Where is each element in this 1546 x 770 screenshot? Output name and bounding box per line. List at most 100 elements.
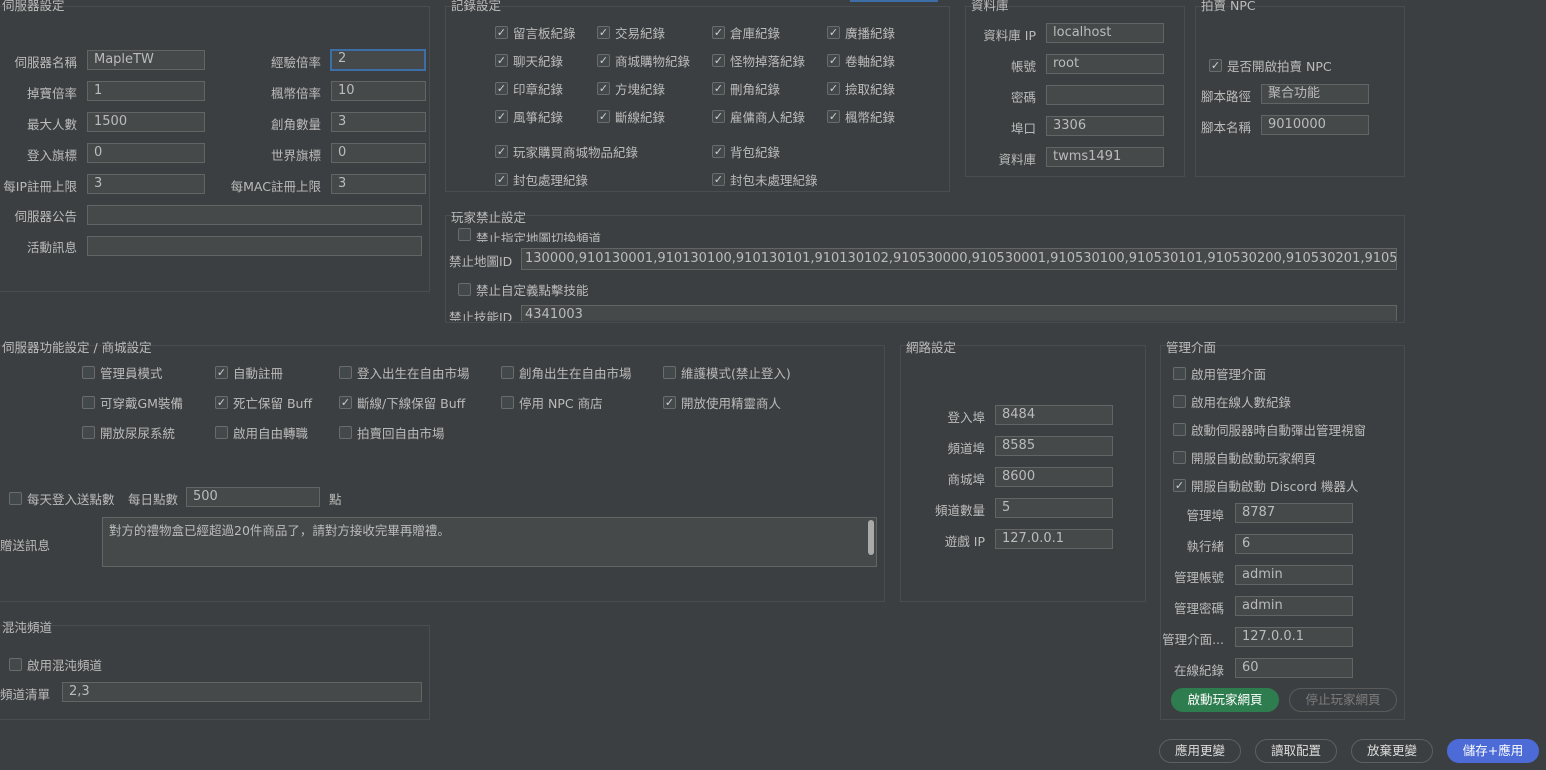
- checkbox-label: 聊天紀錄: [513, 54, 564, 69]
- log-inventory-checkbox[interactable]: ✓ 背包紀錄: [712, 142, 780, 161]
- channel-count-input[interactable]: 5: [995, 498, 1113, 518]
- apply-changes-button[interactable]: 應用更變: [1159, 739, 1241, 763]
- login-flag-input[interactable]: 0: [87, 143, 205, 163]
- admin-ip-input[interactable]: 127.0.0.1: [1235, 627, 1353, 647]
- auto-popup-admin-checkbox[interactable]: 啟動伺服器時自動彈出管理視窗: [1173, 420, 1366, 439]
- mac-register-limit-input[interactable]: 3: [331, 174, 426, 194]
- log-hired-merchant-checkbox[interactable]: ✓ 雇傭商人紀錄: [712, 107, 805, 126]
- server-name-input[interactable]: MapleTW: [87, 50, 205, 70]
- enable-admin-panel-checkbox[interactable]: 啟用管理介面: [1173, 364, 1266, 383]
- ban-skill-switch-checkbox[interactable]: 禁止自定義點擊技能: [458, 280, 589, 299]
- start-web-button[interactable]: 啟動玩家網頁: [1171, 688, 1279, 712]
- log-delete-char-checkbox[interactable]: ✓ 刪角紀錄: [712, 79, 780, 98]
- login-port-input[interactable]: 8484: [995, 405, 1113, 425]
- pee-system-checkbox[interactable]: 開放尿尿系統: [82, 423, 175, 442]
- max-users-input[interactable]: 1500: [87, 112, 205, 132]
- exp-rate-input[interactable]: 2: [330, 49, 426, 71]
- ban-map-switch-checkbox[interactable]: 禁止指定地圖切換頻道: [458, 228, 601, 242]
- admin-threads-input[interactable]: 6: [1235, 534, 1353, 554]
- points-unit-label: 點: [329, 492, 342, 507]
- enable-chaos-channel-checkbox[interactable]: 啟用混沌頻道: [9, 655, 102, 674]
- checkbox-label: 每天登入送點數: [27, 492, 115, 507]
- check-icon: ✓: [827, 82, 840, 95]
- log-broadcast-checkbox[interactable]: ✓ 廣播紀錄: [827, 23, 895, 42]
- network-title: 網路設定: [906, 340, 957, 355]
- char-count-input[interactable]: 3: [331, 112, 426, 132]
- daily-login-points-checkbox[interactable]: 每天登入送點數: [9, 489, 115, 508]
- world-flag-input[interactable]: 0: [331, 143, 426, 163]
- db-ip-input[interactable]: localhost: [1046, 23, 1164, 43]
- drop-rate-input[interactable]: 1: [87, 81, 205, 101]
- log-monster-drop-checkbox[interactable]: ✓ 怪物掉落紀錄: [712, 51, 805, 70]
- log-packet-handled-checkbox[interactable]: ✓ 封包處理紀錄: [495, 170, 588, 189]
- free-job-change-checkbox[interactable]: 啟用自由轉職: [215, 423, 308, 442]
- disconnect-keep-buff-checkbox[interactable]: ✓ 斷線/下線保留 Buff: [339, 393, 465, 412]
- log-chat-checkbox[interactable]: ✓ 聊天紀錄: [495, 51, 563, 70]
- log-player-cashshop-checkbox[interactable]: ✓ 玩家購買商城物品紀錄: [495, 142, 638, 161]
- gift-message-textarea[interactable]: 對方的禮物盒已經超過20件商品了，請對方接收完畢再贈禮。: [102, 517, 877, 567]
- gm-mode-checkbox[interactable]: 管理員模式: [82, 363, 163, 382]
- db-port-label: 埠口: [1010, 121, 1036, 136]
- online-count-log-checkbox[interactable]: 啟用在線人數紀錄: [1173, 392, 1291, 411]
- channel-list-input[interactable]: 2,3: [62, 682, 422, 702]
- script-name-input[interactable]: 9010000: [1261, 115, 1369, 135]
- server-notice-input[interactable]: [87, 205, 422, 225]
- checkbox-label: 啟動伺服器時自動彈出管理視窗: [1191, 423, 1367, 438]
- admin-port-input[interactable]: 8787: [1235, 503, 1353, 523]
- spirit-merchant-checkbox[interactable]: ✓ 開放使用精靈商人: [663, 393, 781, 412]
- db-user-input[interactable]: root: [1046, 54, 1164, 74]
- log-cube-checkbox[interactable]: ✓ 方塊紀錄: [597, 79, 665, 98]
- gift-message-scrollbar[interactable]: [868, 520, 874, 555]
- daily-points-input[interactable]: 500: [186, 487, 320, 507]
- auction-return-fm-checkbox[interactable]: 拍賣回自由市場: [339, 423, 445, 442]
- event-message-input[interactable]: [87, 236, 422, 256]
- create-spawn-fm-checkbox[interactable]: 創角出生在自由市場: [501, 363, 632, 382]
- ban-map-id-input[interactable]: 130000,910130001,910130100,910130101,910…: [521, 248, 1397, 270]
- log-packet-unhandled-checkbox[interactable]: ✓ 封包未處理紀錄: [712, 170, 818, 189]
- meso-rate-input[interactable]: 10: [331, 81, 426, 101]
- ip-register-limit-input[interactable]: 3: [87, 174, 205, 194]
- admin-password-input[interactable]: admin: [1235, 596, 1353, 616]
- read-config-button[interactable]: 讀取配置: [1255, 739, 1337, 763]
- db-port-input[interactable]: 3306: [1046, 116, 1164, 136]
- log-message-board-checkbox[interactable]: ✓ 留言板紀錄: [495, 23, 576, 42]
- db-name-input[interactable]: twms1491: [1046, 147, 1164, 167]
- log-storage-checkbox[interactable]: ✓ 倉庫紀錄: [712, 23, 780, 42]
- log-disconnect-checkbox[interactable]: ✓ 斷線紀錄: [597, 107, 665, 126]
- checkbox-label: 啟用自由轉職: [233, 426, 309, 441]
- auto-register-checkbox[interactable]: ✓ 自動註冊: [215, 363, 283, 382]
- save-apply-button[interactable]: 儲存+應用: [1447, 739, 1539, 763]
- admin-account-input[interactable]: admin: [1235, 565, 1353, 585]
- gm-equip-checkbox[interactable]: 可穿戴GM裝備: [82, 393, 183, 412]
- game-ip-input[interactable]: 127.0.0.1: [995, 529, 1113, 549]
- check-icon: [1173, 395, 1186, 408]
- log-pickup-checkbox[interactable]: ✓ 撿取紀錄: [827, 79, 895, 98]
- checkbox-label: 卷軸紀錄: [845, 54, 896, 69]
- db-password-input[interactable]: [1046, 85, 1164, 105]
- auto-start-web-checkbox[interactable]: 開服自動啟動玩家網頁: [1173, 448, 1316, 467]
- auction-npc-enable-checkbox[interactable]: ✓ 是否開啟拍賣 NPC: [1209, 56, 1332, 75]
- stop-web-button[interactable]: 停止玩家網頁: [1289, 688, 1397, 712]
- checkbox-label: 怪物掉落紀錄: [730, 54, 806, 69]
- log-scroll-checkbox[interactable]: ✓ 卷軸紀錄: [827, 51, 895, 70]
- db-user-label: 帳號: [1010, 59, 1036, 74]
- disable-npc-shop-checkbox[interactable]: 停用 NPC 商店: [501, 393, 603, 412]
- auto-start-discord-checkbox[interactable]: ✓ 開服自動啟動 Discord 機器人: [1173, 476, 1358, 495]
- log-trade-checkbox[interactable]: ✓ 交易紀錄: [597, 23, 665, 42]
- log-cashshop-checkbox[interactable]: ✓ 商城購物紀錄: [597, 51, 690, 70]
- log-stamp-checkbox[interactable]: ✓ 印章紀錄: [495, 79, 563, 98]
- login-spawn-fm-checkbox[interactable]: 登入出生在自由市場: [339, 363, 470, 382]
- maintenance-mode-checkbox[interactable]: 維護模式(禁止登入): [663, 363, 791, 382]
- shop-port-input[interactable]: 8600: [995, 467, 1113, 487]
- check-icon: ✓: [827, 110, 840, 123]
- ban-skill-id-input[interactable]: 4341003: [521, 305, 1397, 321]
- log-kite-checkbox[interactable]: ✓ 風箏紀錄: [495, 107, 563, 126]
- channel-port-input[interactable]: 8585: [995, 436, 1113, 456]
- script-path-input[interactable]: 聚合功能: [1261, 84, 1369, 104]
- log-meso-checkbox[interactable]: ✓ 楓幣紀錄: [827, 107, 895, 126]
- check-icon: ✓: [1173, 479, 1186, 492]
- online-log-input[interactable]: 60: [1235, 658, 1353, 678]
- death-keep-buff-checkbox[interactable]: ✓ 死亡保留 Buff: [215, 393, 312, 412]
- checkbox-label: 開服自動啟動玩家網頁: [1191, 451, 1317, 466]
- discard-changes-button[interactable]: 放棄更變: [1351, 739, 1433, 763]
